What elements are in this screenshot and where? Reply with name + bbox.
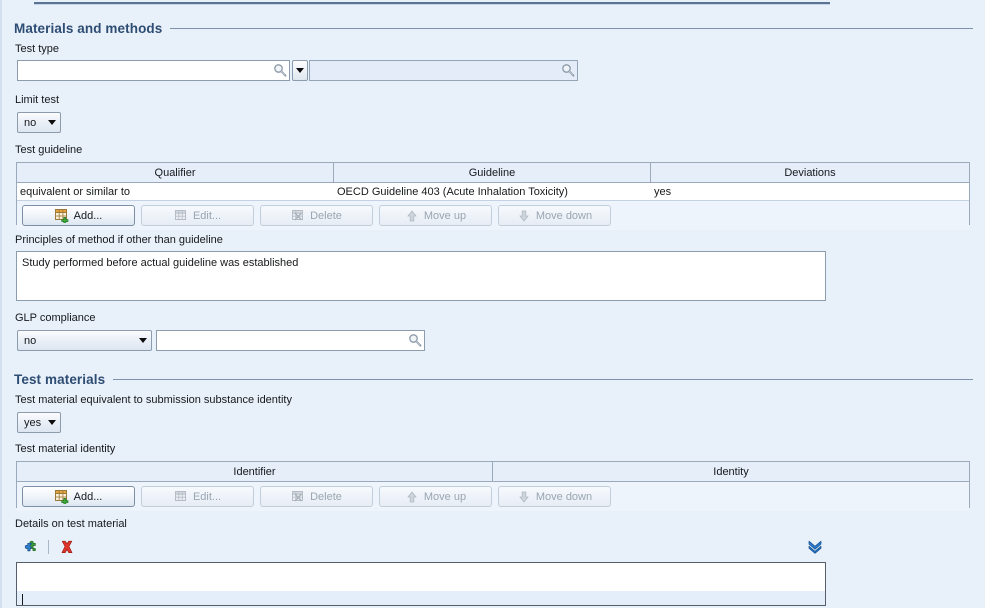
label-test-material-identity: Test material identity <box>15 443 116 455</box>
text-cursor <box>22 594 23 605</box>
chevron-down-icon <box>296 68 304 73</box>
double-chevron-down-icon <box>808 540 822 554</box>
cell-guideline: OECD Guideline 403 (Acute Inhalation Tox… <box>337 185 568 198</box>
cell-deviations: yes <box>654 185 672 198</box>
label-details-on-test-material: Details on test material <box>15 518 127 530</box>
label-principles-of-method: Principles of method if other than guide… <box>15 234 223 246</box>
move-down-button: Move down <box>498 205 611 226</box>
edit-button-label: Edit... <box>192 209 222 222</box>
limit-test-select[interactable]: no <box>17 112 61 133</box>
limit-test-value: no <box>24 116 37 129</box>
table-row[interactable]: equivalent or similar to OECD Guideline … <box>17 183 969 201</box>
chevron-down-icon <box>48 120 56 125</box>
column-header-identity[interactable]: Identity <box>493 462 969 481</box>
move-down-button-label: Move down <box>535 490 593 503</box>
test-type-input[interactable] <box>17 60 290 81</box>
glp-compliance-select[interactable]: no <box>17 330 152 351</box>
toolbar-separator <box>48 539 49 554</box>
form-page: Materials and methods Test type Limit te… <box>0 0 985 608</box>
chevron-down-icon <box>48 420 56 425</box>
move-up-button: Move up <box>379 486 492 507</box>
glp-compliance-remarks-input[interactable] <box>156 330 425 351</box>
section-rule <box>113 379 973 380</box>
edit-button-label: Edit... <box>192 490 222 503</box>
arrow-up-icon <box>407 490 417 502</box>
move-up-button: Move up <box>379 205 492 226</box>
expand-details-button[interactable] <box>805 538 825 556</box>
add-button[interactable]: Add... <box>22 486 135 507</box>
edit-button: Edit... <box>141 486 254 507</box>
test-type-secondary-input[interactable] <box>309 60 578 81</box>
add-button[interactable]: Add... <box>22 205 135 226</box>
textarea-active-line <box>17 591 825 605</box>
test-guideline-grid: Qualifier Guideline Deviations equivalen… <box>16 162 970 230</box>
details-on-test-material-textarea[interactable] <box>16 562 826 606</box>
column-header-identifier[interactable]: Identifier <box>17 462 493 481</box>
grid-toolbar: Add... Edit... Delete Move up Move down <box>17 201 969 230</box>
table-add-icon <box>54 489 68 504</box>
table-delete-icon <box>292 490 304 502</box>
table-delete-icon <box>292 209 304 221</box>
move-down-button: Move down <box>498 486 611 507</box>
label-test-material-equivalent: Test material equivalent to submission s… <box>15 394 292 406</box>
move-down-button-label: Move down <box>535 209 593 222</box>
table-edit-icon <box>174 209 186 220</box>
test-type-dropdown-button[interactable] <box>292 60 308 81</box>
label-limit-test: Limit test <box>15 94 60 106</box>
edit-button: Edit... <box>141 205 254 226</box>
column-header-guideline[interactable]: Guideline <box>334 163 651 182</box>
previous-section-divider-shadow <box>34 4 830 5</box>
section-title: Materials and methods <box>14 21 163 36</box>
test-material-identity-grid: Identifier Identity Add... Edit... Delet… <box>16 461 970 511</box>
puzzle-insert-icon <box>24 540 36 551</box>
clear-content-button[interactable] <box>58 538 75 555</box>
label-test-guideline: Test guideline <box>15 144 83 156</box>
cell-qualifier: equivalent or similar to <box>20 185 131 198</box>
test-material-equivalent-value: yes <box>24 416 42 429</box>
add-button-label: Add... <box>73 490 103 503</box>
glp-compliance-value: no <box>24 334 37 347</box>
grid-header-row: Identifier Identity <box>17 462 969 482</box>
add-button-label: Add... <box>73 209 103 222</box>
column-header-qualifier[interactable]: Qualifier <box>17 163 334 182</box>
table-add-icon <box>54 208 68 223</box>
details-toolbar <box>22 538 75 555</box>
principles-of-method-textarea[interactable]: Study performed before actual guideline … <box>16 251 826 301</box>
test-material-equivalent-select[interactable]: yes <box>17 412 61 433</box>
section-title: Test materials <box>14 372 106 387</box>
label-test-type: Test type <box>15 43 60 55</box>
section-rule <box>170 28 973 29</box>
move-up-button-label: Move up <box>423 209 467 222</box>
insert-template-button[interactable] <box>22 538 39 555</box>
grid-toolbar: Add... Edit... Delete Move up Move down <box>17 482 969 511</box>
delete-button-label: Delete <box>310 209 342 222</box>
section-header-test-materials: Test materials <box>14 372 973 387</box>
arrow-down-icon <box>519 491 529 503</box>
chevron-down-icon <box>139 338 147 343</box>
delete-button: Delete <box>260 486 373 507</box>
red-x-delete-icon <box>61 540 72 553</box>
grid-header-row: Qualifier Guideline Deviations <box>17 163 969 183</box>
delete-button-label: Delete <box>310 490 342 503</box>
arrow-up-icon <box>407 209 417 221</box>
label-glp-compliance: GLP compliance <box>15 312 96 324</box>
move-up-button-label: Move up <box>423 490 467 503</box>
delete-button: Delete <box>260 205 373 226</box>
section-header-materials-and-methods: Materials and methods <box>14 21 973 36</box>
column-header-deviations[interactable]: Deviations <box>651 163 969 182</box>
table-edit-icon <box>174 490 186 501</box>
arrow-down-icon <box>519 210 529 222</box>
